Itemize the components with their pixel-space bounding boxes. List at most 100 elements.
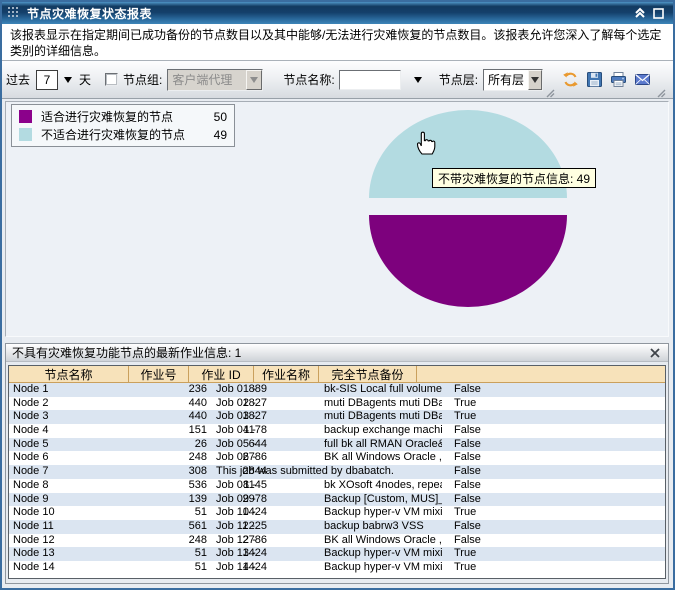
drag-grip-icon bbox=[8, 7, 18, 17]
node-group-select[interactable]: 客户端代理 bbox=[167, 68, 264, 91]
node-group-checkbox[interactable] bbox=[105, 73, 119, 86]
cell-full-backup: False bbox=[454, 465, 481, 478]
cell-job-number: 51 bbox=[194, 547, 207, 560]
cell-job-description: muti DBagents muti DBagents bbox=[324, 410, 442, 423]
cell-node-name: Node 3 bbox=[13, 410, 49, 423]
cell-job-label: Job 01 - bbox=[216, 383, 256, 395]
cell-node-name: Node 1 bbox=[13, 383, 49, 395]
cell-node-name: Node 14 bbox=[13, 560, 55, 573]
cell-job-label: Job 08 - bbox=[216, 478, 256, 491]
cell-full-backup: False bbox=[454, 478, 481, 491]
table-row[interactable]: Node 2 440 1827 Job 02 - muti DBagents muti … bbox=[9, 397, 665, 411]
table-row[interactable]: Node 7 308 2844 This job was submitted by d… bbox=[9, 465, 665, 479]
cell-full-backup: False bbox=[454, 424, 481, 437]
node-group-label: 节点组: bbox=[123, 73, 163, 87]
cell-job-description: backup babrw3 VSS bbox=[324, 519, 424, 532]
table-row[interactable]: Node 8 536 1145 Job 08 - bk XOsoft 4nodes, r… bbox=[9, 479, 665, 493]
save-button[interactable] bbox=[583, 69, 605, 91]
cell-job-number: 51 bbox=[194, 560, 207, 573]
title-bar: 节点灾难恢复状态报表 bbox=[2, 2, 673, 24]
pie-slice-capable[interactable] bbox=[369, 215, 567, 307]
panel-close-button[interactable] bbox=[648, 346, 662, 360]
cell-job-label: Job 12 - bbox=[216, 533, 256, 546]
cell-full-backup: False bbox=[454, 451, 481, 464]
column-header-full-node-backup[interactable]: 完全节点备份 bbox=[319, 366, 417, 382]
cell-full-backup: False bbox=[454, 533, 481, 546]
cell-job-label: Job 14 - bbox=[216, 560, 256, 573]
cell-job-number: 248 bbox=[188, 533, 207, 546]
cell-job-number: 26 bbox=[194, 437, 207, 450]
column-header-job-name[interactable]: 作业名称 bbox=[254, 366, 319, 382]
cell-job-label: Job 03 - bbox=[216, 410, 256, 423]
cell-node-name: Node 4 bbox=[13, 424, 49, 437]
cell-job-number: 536 bbox=[188, 478, 207, 491]
chevron-down-icon bbox=[250, 76, 259, 83]
cell-job-description: full bk all RMAN Oracle&SAP agents bbox=[324, 437, 442, 450]
toolbar-grip-icon bbox=[546, 89, 555, 98]
cell-full-backup: False bbox=[454, 437, 481, 450]
node-tier-dropdown-button[interactable] bbox=[528, 69, 543, 90]
node-name-input[interactable] bbox=[338, 69, 401, 90]
email-button[interactable] bbox=[631, 69, 653, 91]
jobs-table: 节点名称 作业号 作业 ID 作业名称 完全节点备份 Node 1 236 889 J… bbox=[8, 365, 666, 579]
report-description: 该报表显示在指定期间已成功备份的节点数目以及其中能够/无法进行灾难恢复的节点数目… bbox=[2, 24, 673, 61]
column-header-job-number[interactable]: 作业号 bbox=[129, 366, 189, 382]
table-row[interactable]: Node 1 236 889 Job 01 - bk-SIS Local full vo… bbox=[9, 383, 665, 397]
column-header-job-id[interactable]: 作业 ID bbox=[189, 366, 254, 382]
cell-node-name: Node 8 bbox=[13, 478, 49, 491]
cell-job-label: Job 09 - bbox=[216, 492, 256, 505]
cell-node-name: Node 5 bbox=[13, 437, 49, 450]
cell-full-backup: True bbox=[454, 506, 477, 519]
cell-node-name: Node 9 bbox=[13, 492, 49, 505]
table-row[interactable]: Node 4 151 1178 Job 04 - backup exchange mac… bbox=[9, 424, 665, 438]
node-tier-select[interactable]: 所有层 bbox=[483, 68, 544, 91]
pie-chart bbox=[369, 110, 567, 307]
table-row[interactable]: Node 3 440 1827 Job 03 - muti DBagents muti … bbox=[9, 410, 665, 425]
table-row[interactable]: Node 5 26 644 Job 05 - full bk all RMAN Orac… bbox=[9, 437, 665, 452]
cell-job-label: Job 06 - bbox=[216, 451, 256, 464]
node-group-dropdown-button[interactable] bbox=[246, 69, 263, 90]
table-row[interactable]: Node 10 51 1424 Job 10 - Backup hyper-v VM m… bbox=[9, 506, 665, 520]
cell-job-number: 440 bbox=[188, 396, 207, 409]
cell-full-backup: True bbox=[454, 547, 477, 560]
table-body: Node 1 236 889 Job 01 - bk-SIS Local full vo… bbox=[9, 383, 665, 575]
cell-job-description: Backup hyper-v VM mixif to hpvmixif bbox=[324, 560, 442, 573]
maximize-icon bbox=[652, 7, 664, 19]
days-select[interactable]: 7 bbox=[36, 69, 59, 90]
print-button[interactable] bbox=[607, 69, 629, 91]
cell-job-description: bk-SIS Local full volume backup-encrypte… bbox=[324, 383, 442, 395]
table-row[interactable]: Node 13 51 1424 Job 13 - Backup hyper-v VM m… bbox=[9, 547, 665, 561]
cell-full-backup: False bbox=[454, 492, 481, 505]
table-row[interactable]: Node 9 139 2978 Job 09 - Backup [Custom, MUS… bbox=[9, 492, 665, 507]
cell-job-label: Job 13 - bbox=[216, 547, 256, 560]
table-row[interactable]: Node 6 248 2786 Job 06 - BK all Windows Orac… bbox=[9, 451, 665, 465]
cell-job-number: 139 bbox=[188, 492, 207, 505]
days-dropdown-button[interactable] bbox=[61, 72, 75, 88]
table-row[interactable]: Node 12 248 2786 Job 12 - BK all Windows Ora… bbox=[9, 534, 665, 548]
cell-job-description: BK all Windows Oracle ,Informix and SAP bbox=[324, 533, 442, 546]
cell-job-description: bk XOsoft 4nodes, repeat/MUS bbox=[324, 478, 442, 491]
print-icon bbox=[610, 72, 626, 87]
close-icon bbox=[650, 347, 660, 358]
pie-tooltip: 不带灾难恢复的节点信息: 49 bbox=[432, 168, 597, 188]
table-row[interactable]: Node 11 561 2225 Job 11 - backup babrw3 VSS F… bbox=[9, 519, 665, 534]
table-row[interactable]: Node 14 51 1424 Job 14 - Backup hyper-v VM m… bbox=[9, 561, 665, 575]
column-header-node-name[interactable]: 节点名称 bbox=[9, 366, 129, 382]
save-icon bbox=[586, 72, 602, 87]
jobs-panel-title: 不具有灾难恢复功能节点的最新作业信息: 1 bbox=[12, 346, 242, 360]
column-header-blank bbox=[417, 366, 665, 382]
node-name-dropdown-button[interactable] bbox=[411, 72, 425, 88]
cell-job-label: Job 05 - bbox=[216, 437, 256, 450]
jobs-panel: 不具有灾难恢复功能节点的最新作业信息: 1 节点名称 作业号 作业 ID 作业名… bbox=[5, 343, 669, 584]
cell-job-description: Backup hyper-v VM mixif to hpvmixif bbox=[324, 547, 442, 560]
node-tier-label: 节点层: bbox=[438, 73, 479, 87]
refresh-button[interactable] bbox=[559, 69, 581, 91]
cell-node-name: Node 12 bbox=[13, 533, 55, 546]
cell-full-backup: True bbox=[454, 396, 477, 409]
cell-job-description: muti DBagents muti DBagents bbox=[324, 396, 442, 409]
collapse-button[interactable] bbox=[631, 5, 649, 21]
maximize-button[interactable] bbox=[649, 5, 667, 21]
refresh-icon bbox=[562, 72, 578, 87]
cell-job-label: Job 02 - bbox=[216, 396, 256, 409]
cell-full-backup: True bbox=[454, 560, 477, 573]
